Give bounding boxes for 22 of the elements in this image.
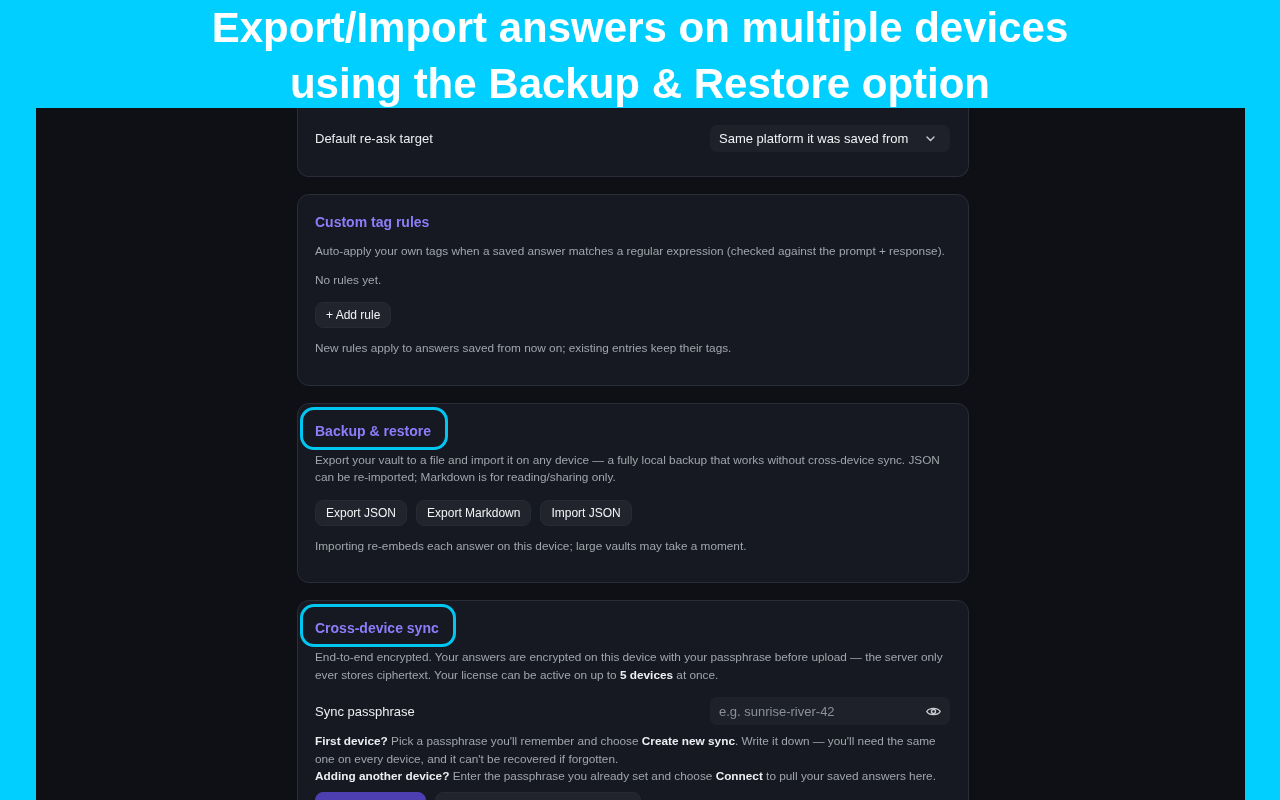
description-text: Export your vault to a file and import it on any device — a fully local backup that works without cross-device sync. JSON can be re-imported; Markdown is for reading/sharing only. <box>315 451 941 486</box>
description-text: First device? Pick a passphrase you'll remember and choose Create new sync. Write it down — you'll need the same one on every device, and it can't be recovered if forgotten. <box>315 733 937 768</box>
action-button[interactable]: Import JSON <box>540 499 632 526</box>
setting-label: Sync passphrase <box>315 703 415 719</box>
action-button[interactable]: Export JSON <box>315 499 408 526</box>
chevron-down-icon <box>926 135 935 142</box>
description-text: End-to-end encrypted. Your answers are encrypted on this device with your passphrase before upload — the server only ever stores ciphertext. Your license can be active on up to 5 devices at once. <box>315 649 944 684</box>
description-text: Adding another device? Enter the passphrase you already set and choose Connect to pull your saved answers here. <box>315 768 937 785</box>
action-button[interactable]: + Add rule <box>315 302 392 328</box>
eye-icon[interactable] <box>926 705 941 717</box>
description-text: Auto-apply your own tags when a saved answer matches a regular expression (checked against the prompt + response). <box>315 243 946 260</box>
section-title: Backup & restore <box>315 421 431 441</box>
dropdown-select[interactable]: Same platform it was saved from <box>710 125 950 152</box>
section-title: Custom tag rules <box>315 213 430 232</box>
action-button[interactable]: Export Markdown <box>416 499 532 526</box>
banner-title: Export/Import answers on multiple devices using the Backup & Restore option <box>211 3 1069 108</box>
description-text: New rules apply to answers saved from now on; existing entries keep their tags. <box>315 340 733 357</box>
setting-label: Default re-ask target <box>315 131 433 146</box>
description-text: No rules yet. <box>315 271 383 289</box>
passphrase-field[interactable]: e.g. sunrise-river-42 <box>710 697 950 725</box>
section-title: Cross-device sync <box>315 619 439 638</box>
description-text: Importing re-embeds each answer on this device; large vaults may take a moment. <box>315 537 748 555</box>
